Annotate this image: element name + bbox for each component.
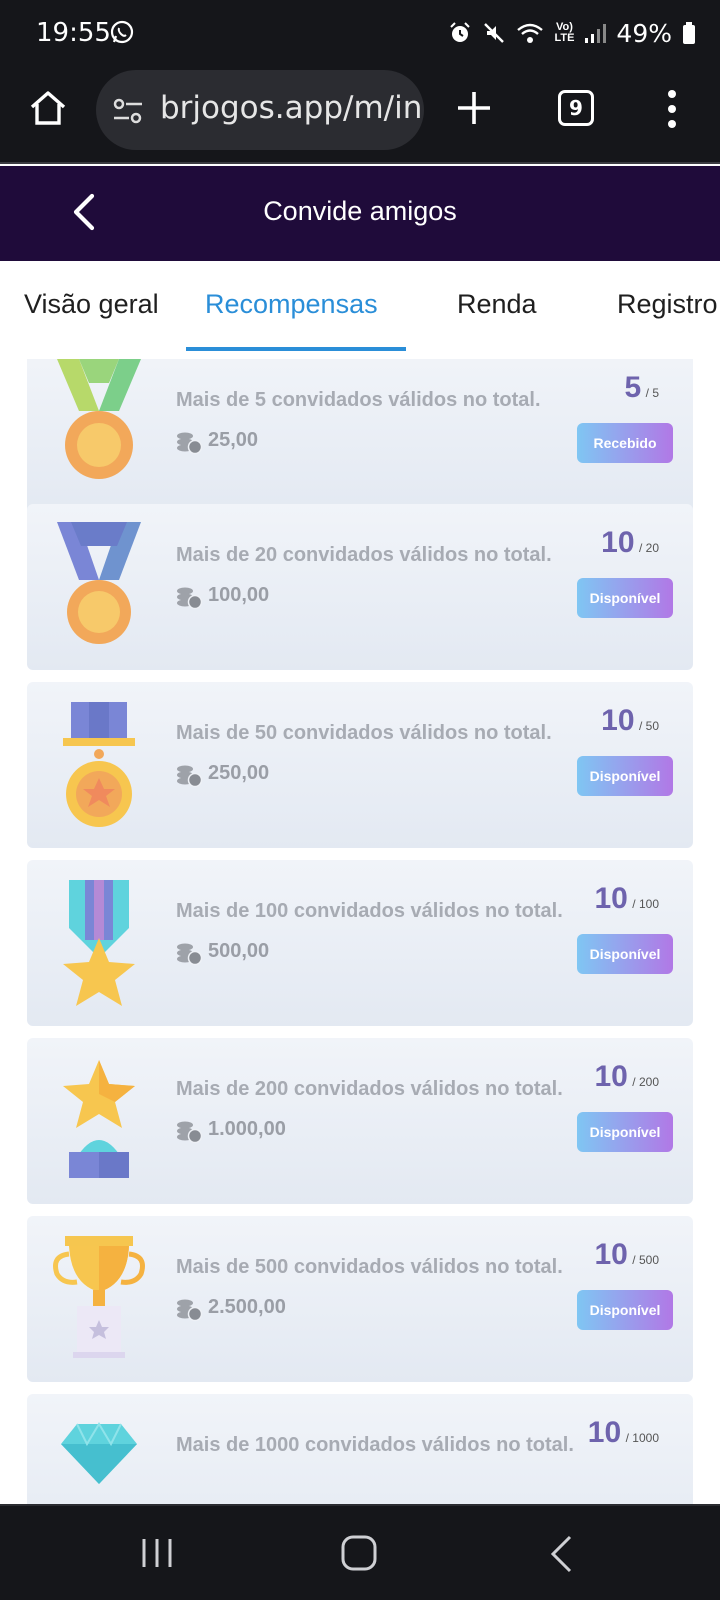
lte-label: LTE xyxy=(554,32,575,44)
progress-current: 10 xyxy=(594,1060,628,1093)
progress-target: 100 xyxy=(638,897,659,911)
home-icon[interactable] xyxy=(28,88,68,128)
tab-records[interactable]: Registro xyxy=(617,289,718,320)
coins-icon xyxy=(177,587,202,610)
reward-amount: 250,00 xyxy=(208,762,270,784)
reward-description: Mais de 100 convidados válidos no total. xyxy=(176,900,563,922)
reward-description: Mais de 200 convidados válidos no total. xyxy=(176,1078,563,1100)
star-trophy-icon xyxy=(63,1060,135,1178)
reward-description: Mais de 5 convidados válidos no total. xyxy=(176,389,541,411)
green-ribbon-medal-icon xyxy=(57,359,141,479)
more-menu-icon[interactable] xyxy=(660,88,684,130)
progress-current: 10 xyxy=(594,882,628,915)
tab-switcher-button[interactable]: 9 xyxy=(558,90,594,126)
reward-progress: 10 / 500 xyxy=(594,1238,659,1272)
progress-current: 5 xyxy=(624,371,642,404)
reward-amount: 25,00 xyxy=(208,429,259,451)
progress-target: 5 xyxy=(652,386,659,400)
progress-target: 500 xyxy=(638,1253,659,1267)
site-settings-icon[interactable] xyxy=(112,96,144,126)
progress-target: 50 xyxy=(645,719,659,733)
coins-icon xyxy=(177,1299,202,1322)
progress-separator: / xyxy=(638,541,646,555)
progress-target: 200 xyxy=(638,1075,659,1089)
status-time: 19:55 xyxy=(36,18,111,48)
progress-current: 10 xyxy=(594,1238,628,1271)
star-medal-icon xyxy=(63,702,135,827)
reward-status-button[interactable]: Disponível xyxy=(577,1290,673,1330)
tab-rewards[interactable]: Recompensas xyxy=(205,289,378,320)
rewards-list[interactable]: Mais de 5 convidados válidos no total. 2… xyxy=(0,359,720,1504)
progress-target: 1000 xyxy=(632,1431,659,1445)
reward-progress: 10 / 50 xyxy=(601,704,659,738)
new-tab-icon[interactable] xyxy=(454,88,494,128)
reward-card: Mais de 1000 convidados válidos no total… xyxy=(27,1394,693,1504)
reward-amount: 500,00 xyxy=(208,940,270,962)
reward-description: Mais de 1000 convidados válidos no total… xyxy=(176,1434,574,1456)
progress-current: 10 xyxy=(601,704,635,737)
recent-apps-icon[interactable] xyxy=(140,1536,174,1570)
reward-description: Mais de 50 convidados válidos no total. xyxy=(176,722,552,744)
reward-status-button[interactable]: Disponível xyxy=(577,756,673,796)
progress-current: 10 xyxy=(587,1416,622,1449)
reward-description: Mais de 500 convidados válidos no total. xyxy=(176,1256,563,1278)
browser-toolbar: brjogos.app/m/inv 9 xyxy=(0,66,720,164)
active-tab-indicator xyxy=(186,347,406,351)
progress-separator: / xyxy=(632,897,639,911)
reward-card: Mais de 200 convidados válidos no total.… xyxy=(27,1038,693,1204)
reward-progress: 10 / 20 xyxy=(601,526,659,560)
reward-amount: 1.000,00 xyxy=(208,1118,286,1140)
volte-lte-icon: Vo) LTE xyxy=(554,21,575,44)
reward-card: Mais de 20 convidados válidos no total. … xyxy=(27,504,693,670)
page-title: Convide amigos xyxy=(263,196,457,226)
diamond-icon xyxy=(61,1422,137,1484)
gold-cup-icon xyxy=(53,1236,145,1358)
whatsapp-icon xyxy=(110,20,134,44)
address-bar[interactable]: brjogos.app/m/inv xyxy=(96,70,424,150)
reward-card: Mais de 50 convidados válidos no total. … xyxy=(27,682,693,848)
back-nav-icon[interactable] xyxy=(548,1534,574,1574)
progress-separator: / xyxy=(632,1253,639,1267)
tab-bar: Visão geral Recompensas Renda Registro xyxy=(0,261,720,359)
coins-icon xyxy=(177,943,202,966)
progress-separator: / xyxy=(638,719,646,733)
reward-progress: 10 / 200 xyxy=(594,1060,659,1094)
reward-progress: 5 / 5 xyxy=(625,371,660,405)
coins-icon xyxy=(177,1121,202,1144)
reward-status-button[interactable]: Disponível xyxy=(577,1112,673,1152)
system-navigation-bar xyxy=(0,1504,720,1600)
reward-card: Mais de 5 convidados válidos no total. 2… xyxy=(27,359,693,515)
tab-overview[interactable]: Visão geral xyxy=(24,289,159,320)
tab-income[interactable]: Renda xyxy=(457,289,537,320)
coins-icon xyxy=(177,765,202,788)
page-header: Convide amigos xyxy=(0,166,720,261)
battery-icon xyxy=(683,22,695,44)
reward-amount: 2.500,00 xyxy=(208,1296,286,1318)
signal-icon xyxy=(585,24,607,43)
blue-ribbon-medal-icon xyxy=(57,522,141,644)
progress-target: 20 xyxy=(645,541,659,555)
reward-status-button[interactable]: Recebido xyxy=(577,423,673,463)
home-nav-icon[interactable] xyxy=(340,1534,378,1572)
url-text[interactable]: brjogos.app/m/inv xyxy=(160,90,424,126)
reward-progress: 10 / 100 xyxy=(594,882,659,916)
star-ribbon-icon xyxy=(63,880,135,1006)
wifi-icon xyxy=(517,23,544,43)
reward-description: Mais de 20 convidados válidos no total. xyxy=(176,544,552,566)
reward-status-button[interactable]: Disponível xyxy=(577,578,673,618)
status-bar: 19:55 Vo) LTE 49% xyxy=(0,0,720,66)
reward-progress: 10 / 1000 xyxy=(588,1416,659,1450)
mute-icon xyxy=(484,23,505,43)
alarm-icon xyxy=(450,22,471,42)
reward-card: Mais de 100 convidados válidos no total.… xyxy=(27,860,693,1026)
reward-status-button[interactable]: Disponível xyxy=(577,934,673,974)
status-icons: Vo) LTE 49% xyxy=(448,16,696,50)
battery-level: 49% xyxy=(616,18,672,48)
reward-amount: 100,00 xyxy=(208,584,270,606)
progress-current: 10 xyxy=(601,526,635,559)
coins-icon xyxy=(177,432,202,455)
reward-card: Mais de 500 convidados válidos no total.… xyxy=(27,1216,693,1382)
progress-separator: / xyxy=(632,1075,639,1089)
